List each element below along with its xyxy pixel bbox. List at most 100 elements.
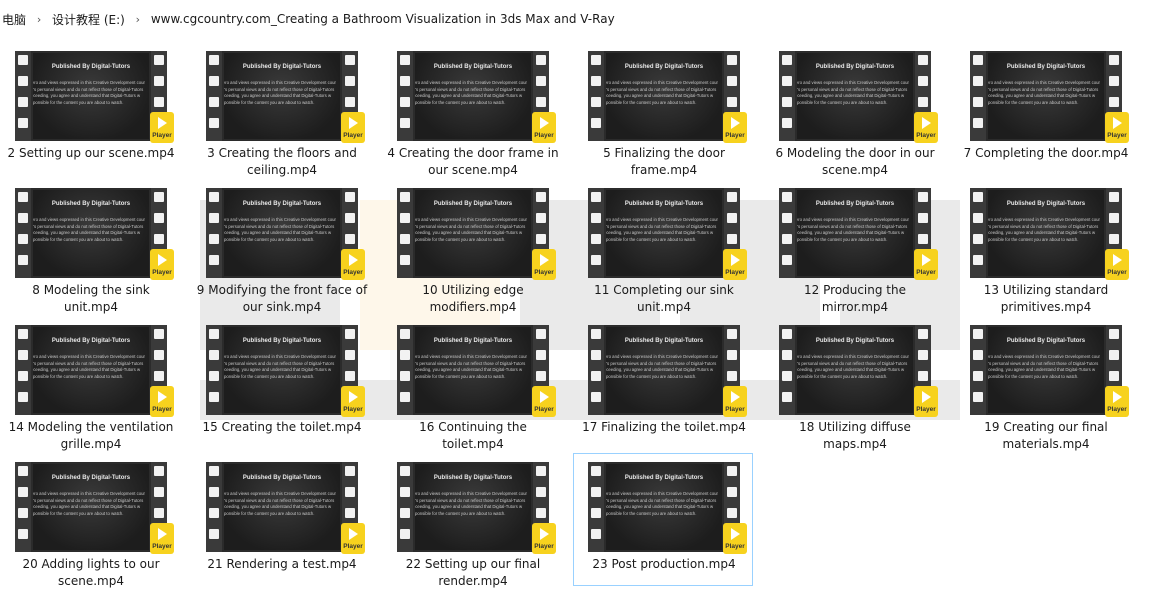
film-hole xyxy=(973,213,983,223)
chevron-right-icon[interactable]: › xyxy=(127,13,149,26)
file-item[interactable]: Published By Digital-Tutors Intero and vi… xyxy=(191,179,371,314)
thumbnail-publisher: Published By Digital-Tutors xyxy=(433,64,513,70)
file-item[interactable]: Published By Digital-Tutors Intero and vi… xyxy=(382,42,562,177)
file-item[interactable]: Published By Digital-Tutors Intero and vi… xyxy=(382,316,562,451)
file-item[interactable]: Published By Digital-Tutors Intero and vi… xyxy=(191,453,371,586)
disclaimer-line: proceeding, you agree and understand tha… xyxy=(606,504,714,509)
thumbnail-disclaimer: Intero and views expressed in this Creat… xyxy=(33,354,149,380)
video-thumbnail[interactable]: Published By Digital-Tutors Intero and vi… xyxy=(206,462,365,554)
file-item[interactable]: Published By Digital-Tutors Intero and vi… xyxy=(191,316,371,449)
file-name: 13 Utilizing standard primitives.mp4 xyxy=(983,283,1109,314)
film-hole xyxy=(400,529,410,539)
film-hole xyxy=(345,350,355,360)
thumbnail-screen: Published By Digital-Tutors Intero and vi… xyxy=(33,190,149,276)
film-hole xyxy=(400,508,410,518)
film-hole xyxy=(400,234,410,244)
disclaimer-line: Intero and views expressed in this Creat… xyxy=(33,217,145,222)
thumbnail-screen: Published By Digital-Tutors Intero and vi… xyxy=(797,327,913,413)
video-thumbnail[interactable]: Published By Digital-Tutors Intero and vi… xyxy=(206,188,365,280)
file-item[interactable]: Published By Digital-Tutors Intero and vi… xyxy=(955,316,1135,451)
disclaimer-line: Intero and views expressed in this Creat… xyxy=(33,491,145,496)
video-thumbnail[interactable]: Published By Digital-Tutors Intero and vi… xyxy=(779,325,938,417)
video-thumbnail[interactable]: Published By Digital-Tutors Intero and vi… xyxy=(15,325,174,417)
play-icon xyxy=(731,117,740,129)
file-item[interactable]: Published By Digital-Tutors Intero and vi… xyxy=(573,42,753,177)
video-thumbnail[interactable]: Published By Digital-Tutors Intero and vi… xyxy=(206,51,365,143)
video-thumbnail[interactable]: Published By Digital-Tutors Intero and vi… xyxy=(588,188,747,280)
file-item[interactable]: Published By Digital-Tutors Intero and vi… xyxy=(573,316,753,449)
address-bar[interactable]: 电脑 › 设计教程 (E:) › www.cgcountry.com_Creat… xyxy=(0,0,1150,38)
video-thumbnail[interactable]: Published By Digital-Tutors Intero and vi… xyxy=(779,188,938,280)
breadcrumb-current-folder[interactable]: www.cgcountry.com_Creating a Bathroom Vi… xyxy=(149,12,617,26)
video-thumbnail[interactable]: Published By Digital-Tutors Intero and vi… xyxy=(15,188,174,280)
chevron-right-icon[interactable]: › xyxy=(28,13,50,26)
file-item[interactable]: Published By Digital-Tutors Intero and vi… xyxy=(955,179,1135,314)
file-item[interactable]: Published By Digital-Tutors Intero and vi… xyxy=(764,179,944,314)
file-name: 15 Creating the toilet.mp4 xyxy=(202,420,362,434)
film-hole xyxy=(973,192,983,202)
film-hole xyxy=(400,487,410,497)
file-item[interactable]: Published By Digital-Tutors Intero and vi… xyxy=(955,42,1135,175)
film-hole xyxy=(18,213,28,223)
video-thumbnail[interactable]: Published By Digital-Tutors Intero and vi… xyxy=(397,325,556,417)
disclaimer-line: proceeding, you agree and understand tha… xyxy=(606,93,714,98)
file-item[interactable]: Published By Digital-Tutors Intero and vi… xyxy=(0,453,180,588)
video-thumbnail[interactable]: Published By Digital-Tutors Intero and vi… xyxy=(588,462,747,554)
file-item[interactable]: Published By Digital-Tutors Intero and vi… xyxy=(191,42,371,177)
video-thumbnail[interactable]: Published By Digital-Tutors Intero and vi… xyxy=(970,188,1129,280)
play-icon xyxy=(1113,117,1122,129)
video-thumbnail[interactable]: Published By Digital-Tutors Intero and vi… xyxy=(15,462,174,554)
video-thumbnail[interactable]: Published By Digital-Tutors Intero and vi… xyxy=(588,51,747,143)
film-hole xyxy=(591,118,601,128)
file-item[interactable]: Published By Digital-Tutors Intero and vi… xyxy=(0,179,180,314)
file-item[interactable]: Published By Digital-Tutors Intero and vi… xyxy=(0,42,180,175)
video-thumbnail[interactable]: Published By Digital-Tutors Intero and vi… xyxy=(397,188,556,280)
file-item[interactable]: Published By Digital-Tutors Intero and vi… xyxy=(382,179,562,314)
film-hole xyxy=(536,466,546,476)
breadcrumb-drive-e[interactable]: 设计教程 (E:) xyxy=(50,11,127,28)
film-hole xyxy=(400,118,410,128)
thumbnail-publisher: Published By Digital-Tutors xyxy=(51,475,131,481)
film-hole xyxy=(973,329,983,339)
film-hole xyxy=(727,350,737,360)
file-item[interactable]: Published By Digital-Tutors Intero and vi… xyxy=(0,316,180,451)
player-label: Player xyxy=(1107,269,1127,276)
file-item[interactable]: Published By Digital-Tutors Intero and vi… xyxy=(764,316,944,451)
video-thumbnail[interactable]: Published By Digital-Tutors Intero and vi… xyxy=(970,51,1129,143)
film-strip xyxy=(206,188,222,278)
video-thumbnail[interactable]: Published By Digital-Tutors Intero and vi… xyxy=(970,325,1129,417)
film-hole xyxy=(782,234,792,244)
player-badge: Player xyxy=(914,112,938,143)
disclaimer-line: responsible for the content you are abou… xyxy=(33,236,124,242)
thumbnail-screen: Published By Digital-Tutors Intero and vi… xyxy=(415,327,531,413)
video-thumbnail[interactable]: Published By Digital-Tutors Intero and vi… xyxy=(397,51,556,143)
thumbnail-disclaimer: Intero and views expressed in this Creat… xyxy=(415,217,531,243)
film-hole xyxy=(154,371,164,381)
file-item[interactable]: Published By Digital-Tutors Intero and vi… xyxy=(382,453,562,588)
film-hole xyxy=(154,234,164,244)
thumbnail-publisher: Published By Digital-Tutors xyxy=(1006,64,1086,70)
player-label: Player xyxy=(916,132,936,139)
file-item[interactable]: Published By Digital-Tutors Intero and vi… xyxy=(573,453,753,586)
breadcrumb-computer[interactable]: 电脑 xyxy=(0,11,28,28)
film-hole xyxy=(345,329,355,339)
film-hole xyxy=(536,55,546,65)
player-badge: Player xyxy=(723,523,747,554)
player-badge: Player xyxy=(1105,112,1129,143)
film-hole xyxy=(918,329,928,339)
film-hole xyxy=(18,76,28,86)
file-item[interactable]: Published By Digital-Tutors Intero and vi… xyxy=(764,42,944,177)
video-thumbnail[interactable]: Published By Digital-Tutors Intero and vi… xyxy=(15,51,174,143)
film-hole xyxy=(345,508,355,518)
file-name: 23 Post production.mp4 xyxy=(592,557,736,571)
film-hole xyxy=(18,487,28,497)
video-thumbnail[interactable]: Published By Digital-Tutors Intero and vi… xyxy=(397,462,556,554)
file-item[interactable]: Published By Digital-Tutors Intero and vi… xyxy=(573,179,753,314)
video-thumbnail[interactable]: Published By Digital-Tutors Intero and vi… xyxy=(588,325,747,417)
play-icon xyxy=(349,254,358,266)
film-hole xyxy=(973,350,983,360)
film-strip xyxy=(779,325,795,415)
video-thumbnail[interactable]: Published By Digital-Tutors Intero and vi… xyxy=(206,325,365,417)
video-thumbnail[interactable]: Published By Digital-Tutors Intero and vi… xyxy=(779,51,938,143)
film-hole xyxy=(591,55,601,65)
